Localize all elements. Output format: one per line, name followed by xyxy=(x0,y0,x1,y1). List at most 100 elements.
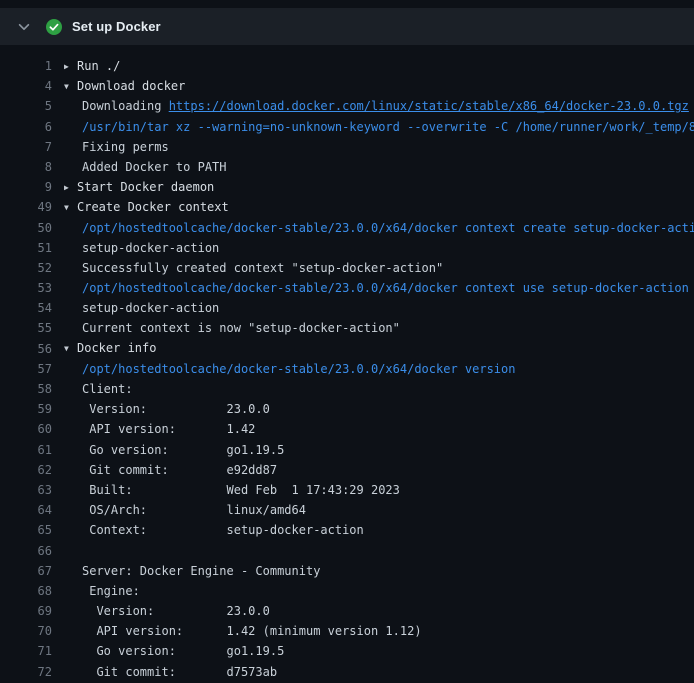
line-body: /opt/hostedtoolcache/docker-stable/23.0.… xyxy=(64,278,694,298)
log-text: Go version: go1.19.5 xyxy=(82,443,284,457)
line-number[interactable]: 6 xyxy=(0,117,52,137)
log-text: Go version: go1.19.5 xyxy=(82,644,284,658)
log-text: API version: 1.42 (minimum version 1.12) xyxy=(82,624,422,638)
line-number[interactable]: 63 xyxy=(0,480,52,500)
line-body: ▶Run ./ xyxy=(64,56,694,77)
log-text: Fixing perms xyxy=(82,140,169,154)
line-number[interactable]: 71 xyxy=(0,641,52,661)
log-text: Server: Docker Engine - Community xyxy=(82,564,320,578)
group-expanded-icon[interactable]: ▼ xyxy=(64,77,77,97)
log-text: Git commit: d7573ab xyxy=(82,665,277,679)
line-body: setup-docker-action xyxy=(64,238,694,258)
log-link[interactable]: https://download.docker.com/linux/static… xyxy=(169,99,689,113)
line-body: Current context is now "setup-docker-act… xyxy=(64,318,694,338)
log-line[interactable]: 56 ▼Docker info xyxy=(0,339,694,359)
line-number[interactable]: 67 xyxy=(0,561,52,581)
log-line[interactable]: 4 ▼Download docker xyxy=(0,76,694,96)
log-line: 72 Git commit: d7573ab xyxy=(0,662,694,682)
line-body: Version: 23.0.0 xyxy=(64,601,694,621)
log-text: API version: 1.42 xyxy=(82,422,255,436)
line-number[interactable]: 4 xyxy=(0,76,52,96)
log-line: 50 /opt/hostedtoolcache/docker-stable/23… xyxy=(0,218,694,238)
line-number[interactable]: 9 xyxy=(0,177,52,197)
log-line[interactable]: 1 ▶Run ./ xyxy=(0,56,694,76)
line-number[interactable]: 70 xyxy=(0,621,52,641)
log-text: Git commit: e92dd87 xyxy=(82,463,277,477)
log-line: 53 /opt/hostedtoolcache/docker-stable/23… xyxy=(0,278,694,298)
log-line[interactable]: 9 ▶Start Docker daemon xyxy=(0,177,694,197)
line-body: API version: 1.42 (minimum version 1.12) xyxy=(64,621,694,641)
log-line: 61 Go version: go1.19.5 xyxy=(0,440,694,460)
line-body: Version: 23.0.0 xyxy=(64,399,694,419)
line-number[interactable]: 53 xyxy=(0,278,52,298)
line-body: ▼Download docker xyxy=(64,76,694,97)
line-number[interactable]: 66 xyxy=(0,541,52,561)
chevron-down-icon[interactable] xyxy=(16,19,32,35)
log-text: OS/Arch: linux/amd64 xyxy=(82,503,306,517)
step-header[interactable]: Set up Docker xyxy=(0,8,694,45)
line-number[interactable]: 61 xyxy=(0,440,52,460)
line-body: Go version: go1.19.5 xyxy=(64,440,694,460)
line-number[interactable]: 62 xyxy=(0,460,52,480)
line-number[interactable]: 1 xyxy=(0,56,52,76)
log-line: 68 Engine: xyxy=(0,581,694,601)
group-expanded-icon[interactable]: ▼ xyxy=(64,198,77,218)
log-line: 67 Server: Docker Engine - Community xyxy=(0,561,694,581)
log-line: 63 Built: Wed Feb 1 17:43:29 2023 xyxy=(0,480,694,500)
line-body: Downloading https://download.docker.com/… xyxy=(64,96,694,116)
group-collapsed-icon[interactable]: ▶ xyxy=(64,178,77,198)
log-line: 59 Version: 23.0.0 xyxy=(0,399,694,419)
log-text: Downloading xyxy=(82,99,169,113)
line-body: ▼Docker info xyxy=(64,338,694,359)
line-number[interactable]: 56 xyxy=(0,339,52,359)
log-line: 60 API version: 1.42 xyxy=(0,419,694,439)
line-body: OS/Arch: linux/amd64 xyxy=(64,500,694,520)
line-number[interactable]: 65 xyxy=(0,520,52,540)
success-circle xyxy=(46,19,62,35)
log-lines: 1 ▶Run ./ 4 ▼Download docker 5 Downloadi… xyxy=(0,56,694,682)
line-body: Built: Wed Feb 1 17:43:29 2023 xyxy=(64,480,694,500)
line-body: ▶Start Docker daemon xyxy=(64,177,694,198)
log-text: setup-docker-action xyxy=(82,301,219,315)
line-body: Engine: xyxy=(64,581,694,601)
line-body: setup-docker-action xyxy=(64,298,694,318)
log-line: 55 Current context is now "setup-docker-… xyxy=(0,318,694,338)
line-body: Context: setup-docker-action xyxy=(64,520,694,540)
log-text: /opt/hostedtoolcache/docker-stable/23.0.… xyxy=(82,281,689,295)
line-number[interactable]: 59 xyxy=(0,399,52,419)
line-number[interactable]: 49 xyxy=(0,197,52,217)
line-number[interactable]: 64 xyxy=(0,500,52,520)
log-text: Context: setup-docker-action xyxy=(82,523,364,537)
line-number[interactable]: 54 xyxy=(0,298,52,318)
line-number[interactable]: 51 xyxy=(0,238,52,258)
log-text: Download docker xyxy=(77,79,185,93)
line-body: ▼Create Docker context xyxy=(64,197,694,218)
log-text: Version: 23.0.0 xyxy=(82,604,270,618)
line-number[interactable]: 57 xyxy=(0,359,52,379)
line-number[interactable]: 52 xyxy=(0,258,52,278)
line-number[interactable]: 5 xyxy=(0,96,52,116)
line-number[interactable]: 60 xyxy=(0,419,52,439)
log-line: 69 Version: 23.0.0 xyxy=(0,601,694,621)
log-text: Built: Wed Feb 1 17:43:29 2023 xyxy=(82,483,400,497)
line-number[interactable]: 50 xyxy=(0,218,52,238)
log-line: 54 setup-docker-action xyxy=(0,298,694,318)
line-body: Go version: go1.19.5 xyxy=(64,641,694,661)
line-number[interactable]: 58 xyxy=(0,379,52,399)
line-number[interactable]: 8 xyxy=(0,157,52,177)
line-number[interactable]: 55 xyxy=(0,318,52,338)
group-expanded-icon[interactable]: ▼ xyxy=(64,339,77,359)
line-body: /opt/hostedtoolcache/docker-stable/23.0.… xyxy=(64,218,694,238)
log-line[interactable]: 49 ▼Create Docker context xyxy=(0,197,694,217)
log-text: Successfully created context "setup-dock… xyxy=(82,261,443,275)
log-line: 70 API version: 1.42 (minimum version 1.… xyxy=(0,621,694,641)
line-number[interactable]: 69 xyxy=(0,601,52,621)
log-line: 65 Context: setup-docker-action xyxy=(0,520,694,540)
line-number[interactable]: 7 xyxy=(0,137,52,157)
line-number[interactable]: 72 xyxy=(0,662,52,682)
log-text: setup-docker-action xyxy=(82,241,219,255)
log-text: /opt/hostedtoolcache/docker-stable/23.0.… xyxy=(82,362,515,376)
group-collapsed-icon[interactable]: ▶ xyxy=(64,57,77,77)
line-number[interactable]: 68 xyxy=(0,581,52,601)
log-line: 57 /opt/hostedtoolcache/docker-stable/23… xyxy=(0,359,694,379)
